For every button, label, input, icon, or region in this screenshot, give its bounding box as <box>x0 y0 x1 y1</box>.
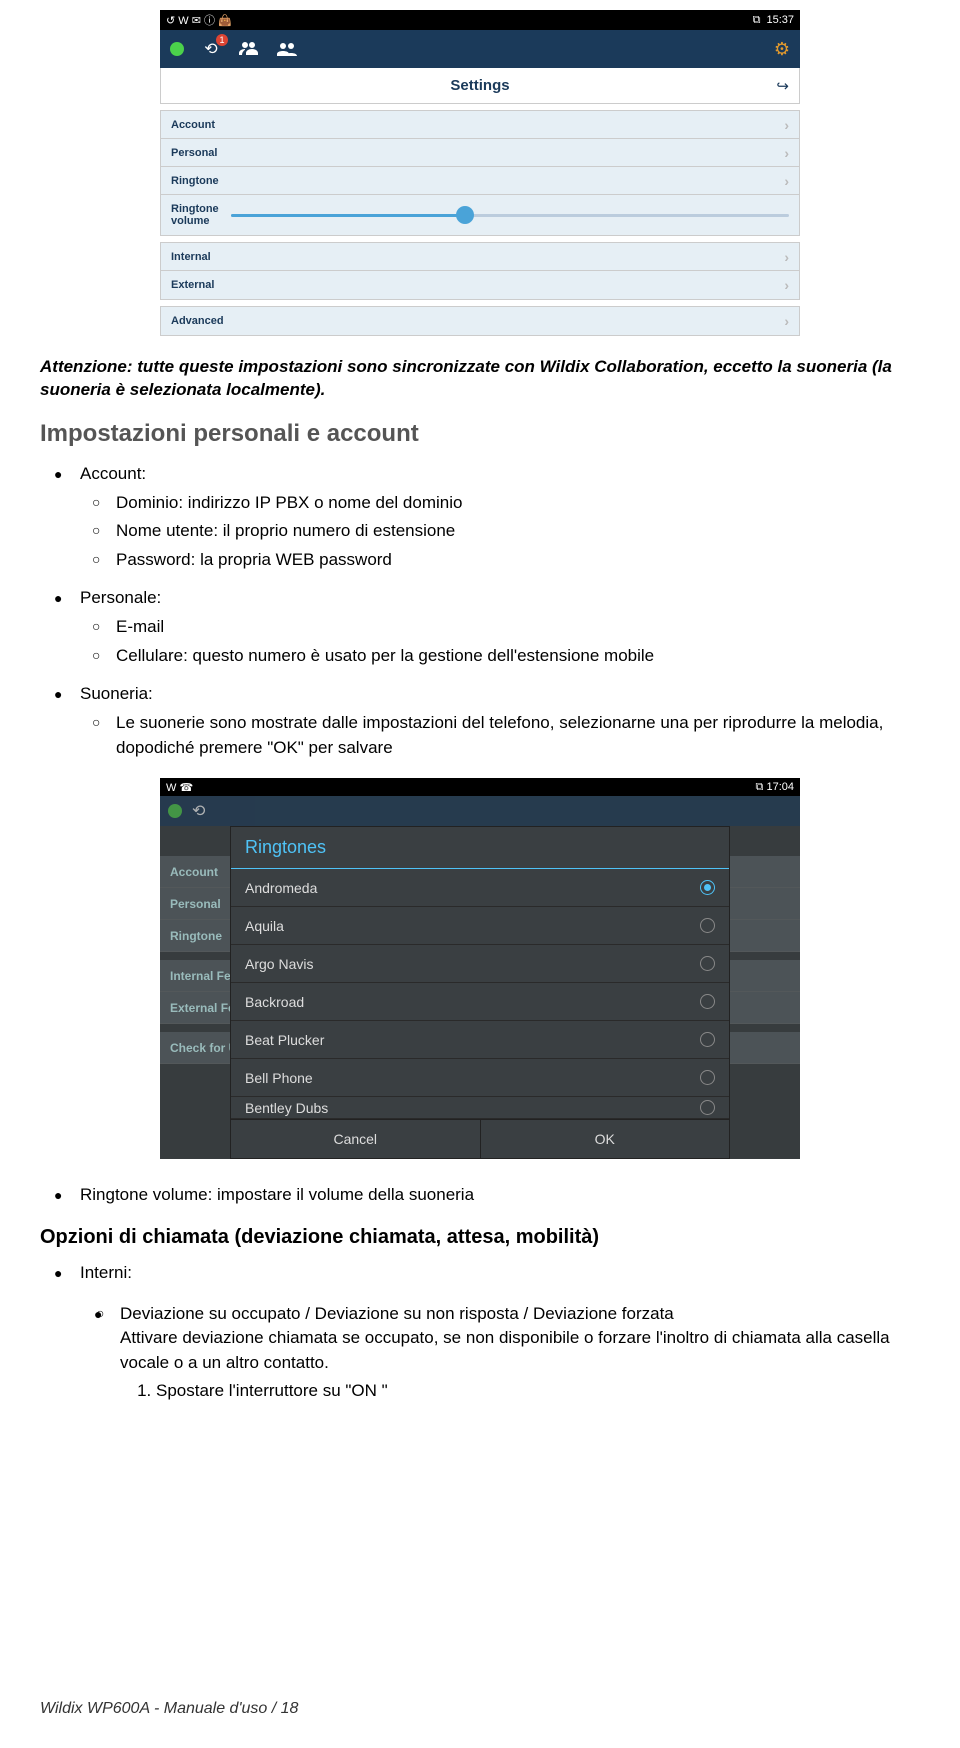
radio-empty-icon <box>700 1070 715 1085</box>
attention-text: Attenzione: tutte queste impostazioni so… <box>40 356 920 402</box>
row-ringtone[interactable]: Ringtone › <box>161 167 799 195</box>
row-account-label: Account <box>171 119 215 131</box>
dim-overlay: ⟲ Account Personal Ringtone Internal Fea… <box>160 796 800 1159</box>
gear-icon[interactable]: ⚙ <box>774 39 790 60</box>
ringtones-dialog: Ringtones Andromeda Aquila Argo Navis Ba… <box>230 826 730 1159</box>
sub-nome: Nome utente: il proprio numero di estens… <box>116 519 920 544</box>
settings-group-3: Advanced › <box>160 306 800 336</box>
row-personal-label: Personal <box>171 147 217 159</box>
radio-empty-icon <box>700 1032 715 1047</box>
heading-impostazioni: Impostazioni personali e account <box>40 420 920 448</box>
ringtone-label: Bell Phone <box>245 1070 313 1086</box>
dev-text: Attivare deviazione chiamata se occupato… <box>120 1328 890 1372</box>
history-icon[interactable]: ⟲1 <box>200 38 222 60</box>
chevron-right-icon: › <box>784 117 789 133</box>
row-ringtone-volume: Ringtone volume <box>161 195 799 235</box>
ringtone-bentley[interactable]: Bentley Dubs <box>231 1097 729 1119</box>
statusbar-time: 15:37 <box>766 14 794 26</box>
settings-group-2: Internal › External › <box>160 242 800 300</box>
wifi-icon: ⧉ <box>756 781 764 793</box>
radio-empty-icon <box>700 994 715 1009</box>
row-external[interactable]: External › <box>161 271 799 299</box>
sub-email: E-mail <box>116 615 920 640</box>
ringtone-label: Backroad <box>245 994 304 1010</box>
chevron-right-icon: › <box>784 277 789 293</box>
settings-group-1: Account › Personal › Ringtone › Ringtone vo… <box>160 110 800 236</box>
row-ringtone-label: Ringtone <box>171 175 219 187</box>
ringtone-backroad[interactable]: Backroad <box>231 983 729 1021</box>
bullet-personale: Personale: E-mail Cellulare: questo nume… <box>80 586 920 668</box>
ok-button[interactable]: OK <box>481 1120 730 1158</box>
chevron-right-icon: › <box>784 173 789 189</box>
statusbar-left-icons: ↺ W ✉ ⓘ 👜 <box>166 12 232 28</box>
ringtone-label: Andromeda <box>245 880 317 896</box>
dim-navbar: ⟲ <box>160 796 800 826</box>
bullet-suoneria-label: Suoneria: <box>80 684 153 703</box>
row-account[interactable]: Account › <box>161 111 799 139</box>
ringtone-label: Aquila <box>245 918 284 934</box>
ringtone-aquila[interactable]: Aquila <box>231 907 729 945</box>
bullet-suoneria: Suoneria: Le suonerie sono mostrate dall… <box>80 682 920 760</box>
presence-dot <box>168 804 182 818</box>
volume-slider[interactable] <box>231 214 789 217</box>
row-advanced[interactable]: Advanced › <box>161 307 799 335</box>
heading-opzioni: Opzioni di chiamata (deviazione chiamata… <box>40 1226 920 1249</box>
android-statusbar: ↺ W ✉ ⓘ 👜 ⧉ 15:37 <box>160 10 800 30</box>
chevron-right-icon: › <box>784 249 789 265</box>
ringtone-label: Beat Plucker <box>245 1032 324 1048</box>
radio-selected-icon <box>700 880 715 895</box>
settings-title-bar: Settings ↪ <box>160 68 800 104</box>
wifi-icon: ⧉ <box>753 14 761 27</box>
ringtone-argo[interactable]: Argo Navis <box>231 945 729 983</box>
sub-suoneria-text: Le suonerie sono mostrate dalle impostaz… <box>116 711 920 760</box>
bullet-ringtone-volume: Ringtone volume: impostare il volume del… <box>80 1183 920 1208</box>
slider-thumb[interactable] <box>456 206 474 224</box>
sub-cellulare: Cellulare: questo numero è usato per la … <box>116 644 920 669</box>
history-icon: ⟲ <box>192 801 205 821</box>
group-icon[interactable] <box>276 38 298 60</box>
bullet-interni: Interni: <box>80 1261 920 1286</box>
radio-empty-icon <box>700 918 715 933</box>
app-navbar: ⟲1 ⚙ <box>160 30 800 68</box>
sub-deviazione: Deviazione su occupato / Deviazione su n… <box>120 1302 920 1405</box>
exit-icon[interactable]: ↪ <box>776 77 789 95</box>
slider-fill <box>231 214 465 217</box>
statusbar-left-2: W ☎ <box>166 781 193 794</box>
contacts-icon[interactable] <box>238 38 260 60</box>
dev-title: Deviazione su occupato / Deviazione su n… <box>120 1304 674 1323</box>
row-internal-label: Internal <box>171 251 211 263</box>
dialog-title: Ringtones <box>231 827 729 869</box>
statusbar-time-2: 17:04 <box>766 781 794 793</box>
sub-dominio: Dominio: indirizzo IP PBX o nome del dom… <box>116 491 920 516</box>
ringtone-label: Argo Navis <box>245 956 313 972</box>
badge-count: 1 <box>216 34 228 46</box>
presence-dot <box>170 42 184 56</box>
row-advanced-label: Advanced <box>171 315 224 327</box>
bullet-personale-label: Personale: <box>80 588 161 607</box>
android-statusbar-2: W ☎ ⧉ 17:04 <box>160 778 800 796</box>
dialog-button-row: Cancel OK <box>231 1119 729 1158</box>
settings-title: Settings <box>450 77 509 94</box>
radio-empty-icon <box>700 1100 715 1115</box>
cancel-button[interactable]: Cancel <box>231 1120 481 1158</box>
settings-screenshot: ↺ W ✉ ⓘ 👜 ⧉ 15:37 ⟲1 ⚙ Settings ↪ Accoun… <box>160 10 800 336</box>
chevron-right-icon: › <box>784 145 789 161</box>
bullet-account-label: Account: <box>80 464 146 483</box>
row-external-label: External <box>171 279 214 291</box>
dev-step-1: Spostare l'interruttore su "ON " <box>156 1379 920 1404</box>
ringtones-screenshot: W ☎ ⧉ 17:04 ⟲ Account Personal Ringtone … <box>160 778 800 1159</box>
ringtone-bell[interactable]: Bell Phone <box>231 1059 729 1097</box>
page-footer: Wildix WP600A - Manuale d'uso / 18 <box>40 1700 298 1718</box>
ringtone-andromeda[interactable]: Andromeda <box>231 869 729 907</box>
dev-title-and-text: Deviazione su occupato / Deviazione su n… <box>120 1302 920 1405</box>
ringtone-beat[interactable]: Beat Plucker <box>231 1021 729 1059</box>
chevron-right-icon: › <box>784 313 789 329</box>
radio-empty-icon <box>700 956 715 971</box>
ringtone-volume-label: Ringtone volume <box>171 203 221 227</box>
sub-password: Password: la propria WEB password <box>116 548 920 573</box>
row-internal[interactable]: Internal › <box>161 243 799 271</box>
bullet-account: Account: Dominio: indirizzo IP PBX o nom… <box>80 462 920 573</box>
ringtone-label: Bentley Dubs <box>245 1100 328 1116</box>
row-personal[interactable]: Personal › <box>161 139 799 167</box>
